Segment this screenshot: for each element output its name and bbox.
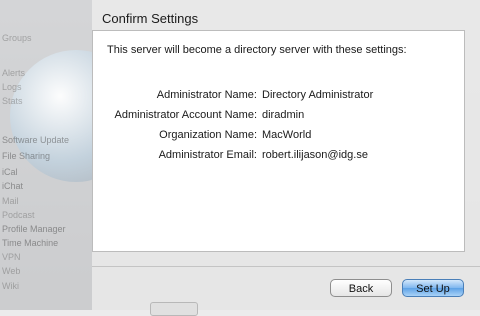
sheet-title: Confirm Settings	[102, 11, 199, 26]
setting-label: Administrator Account Name:	[114, 109, 257, 121]
sidebar-item-web: Web	[2, 266, 21, 276]
sidebar-item-alerts: Alerts	[2, 68, 26, 78]
setting-row-administrator-email: Administrator Email: robert.ilijason@idg…	[93, 149, 466, 165]
background-sidebar: Groups Alerts Logs Stats Software Update…	[0, 0, 142, 310]
intro-text: This server will become a directory serv…	[107, 44, 407, 56]
setting-row-administrator-account-name: Administrator Account Name: diradmin	[93, 109, 466, 125]
sidebar-item-wiki: Wiki	[2, 281, 19, 291]
back-button[interactable]: Back	[330, 279, 392, 297]
setting-row-organization-name: Organization Name: MacWorld	[93, 129, 466, 145]
sidebar-item-file-sharing: File Sharing	[2, 151, 51, 161]
setting-label: Administrator Email:	[158, 149, 257, 161]
setting-label: Administrator Name:	[156, 89, 257, 101]
sidebar-item-logs: Logs	[2, 82, 22, 92]
setting-value: Directory Administrator	[262, 89, 374, 101]
sidebar-item-profile-manager: Profile Manager	[2, 224, 66, 234]
setting-value: MacWorld	[262, 129, 312, 141]
setting-value: diradmin	[262, 109, 305, 121]
sidebar-item-vpn: VPN	[2, 252, 21, 262]
background-control	[150, 302, 198, 316]
button-bar-divider	[92, 266, 480, 267]
settings-summary-panel: This server will become a directory serv…	[92, 30, 465, 252]
setting-value: robert.ilijason@idg.se	[262, 149, 368, 161]
sidebar-item-ical: iCal	[2, 167, 18, 177]
sidebar-item-mail: Mail	[2, 196, 19, 206]
sidebar-item-time-machine: Time Machine	[2, 238, 59, 248]
sidebar-item-podcast: Podcast	[2, 210, 35, 220]
sidebar-item-software-update: Software Update	[2, 135, 70, 145]
sidebar-item-ichat: iChat	[2, 181, 24, 191]
sidebar-item-groups: Groups	[2, 33, 32, 43]
setting-row-administrator-name: Administrator Name: Directory Administra…	[93, 89, 466, 105]
setting-label: Organization Name:	[159, 129, 257, 141]
set-up-button[interactable]: Set Up	[402, 279, 464, 297]
sidebar-item-stats: Stats	[2, 96, 23, 106]
